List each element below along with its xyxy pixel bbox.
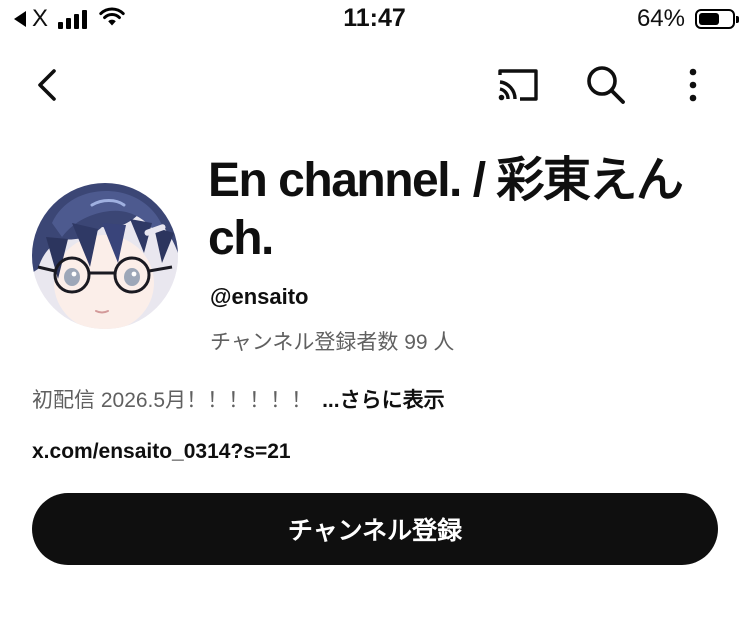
battery-icon — [695, 9, 739, 29]
channel-link[interactable]: x.com/ensaito_0314?s=21 — [32, 440, 291, 464]
cast-button[interactable] — [490, 60, 546, 110]
search-button[interactable] — [580, 60, 632, 110]
avatar-illustration — [32, 183, 178, 329]
channel-handle: @ensaito — [210, 284, 309, 309]
status-bar: X 11:47 64% — [0, 0, 749, 40]
subscribe-button[interactable]: チャンネル登録 — [32, 493, 718, 565]
more-options-button[interactable] — [668, 60, 718, 110]
battery-percent: 64% — [636, 5, 685, 32]
battery-fill — [699, 13, 719, 25]
description-text: 初配信 2026.5月！！！！！！ — [32, 389, 313, 412]
subscriber-count: チャンネル登録者数 99 人 — [210, 331, 455, 354]
channel-description[interactable]: 初配信 2026.5月！！！！！！ ...さらに表示 — [32, 384, 445, 414]
more-vertical-icon — [689, 68, 697, 102]
cast-icon — [498, 69, 538, 101]
channel-name: En channel. / 彩東えん ch. — [208, 154, 684, 265]
status-right: 64% — [636, 5, 739, 32]
battery-cap — [736, 16, 739, 23]
back-arrow-icon — [38, 69, 56, 101]
screen: X 11:47 64% En channel. / 彩東えん ch. @ensa… — [0, 0, 749, 626]
search-icon — [587, 66, 625, 104]
channel-avatar[interactable] — [32, 183, 178, 329]
app-bar — [0, 50, 749, 120]
back-button[interactable] — [22, 60, 72, 110]
show-more-link[interactable]: ...さらに表示 — [322, 389, 445, 412]
